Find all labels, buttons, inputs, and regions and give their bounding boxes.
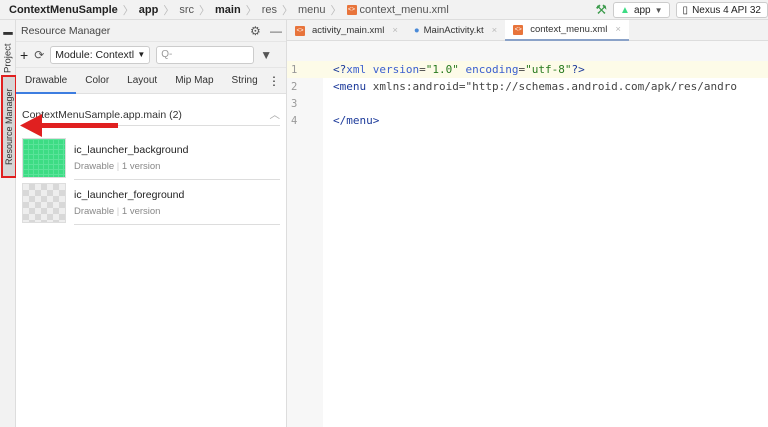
breadcrumb-res[interactable]: res: [262, 4, 277, 16]
module-select[interactable]: Module: Contextl ▼: [50, 45, 151, 64]
tab-color[interactable]: Color: [76, 68, 118, 94]
search-input[interactable]: Q-: [156, 45, 255, 64]
line-number: 1: [291, 63, 298, 76]
item-name: ic_launcher_foreground: [74, 189, 185, 201]
chevron-down-icon: ▼: [137, 50, 146, 59]
tab-label: activity_main.xml: [312, 25, 385, 36]
code-line: 2 <menu xmlns:android="http://schemas.and…: [287, 78, 768, 95]
editor-tabs: <> activity_main.xml × ● MainActivity.kt × <…: [287, 20, 768, 41]
tab-string[interactable]: String: [223, 68, 267, 94]
editor-breadcrumb-bar: [287, 41, 768, 61]
item-type: Drawable: [74, 206, 115, 217]
folder-icon: ▬: [2, 28, 14, 40]
xml-file-icon: <>: [295, 25, 305, 36]
tab-label: MainActivity.kt: [423, 25, 484, 36]
code-line: 1 <?xml version="1.0" encoding="utf-8"?>: [287, 61, 768, 78]
resource-manager-tool-tab[interactable]: Resource Manager: [3, 77, 15, 176]
drawable-thumbnail: [22, 138, 66, 178]
minimize-icon[interactable]: —: [270, 24, 282, 38]
module-select-value: Module: Contextl: [55, 48, 135, 61]
filter-icon[interactable]: ▼: [260, 48, 272, 62]
line-number: 3: [291, 97, 298, 110]
search-icon: Q-: [161, 49, 173, 60]
xml-file-icon: <>: [346, 4, 357, 15]
item-versions: 1 version: [121, 206, 161, 217]
xml-file-icon: <>: [513, 24, 524, 35]
code-line: 4 </menu>: [287, 112, 768, 129]
refresh-icon[interactable]: ⟳: [34, 48, 44, 62]
breadcrumb-main[interactable]: main: [215, 4, 241, 16]
list-item[interactable]: ic_launcher_foreground Drawable | 1 vers…: [22, 183, 280, 225]
item-meta: Drawable | 1 version: [74, 206, 161, 217]
tab-mipmap[interactable]: Mip Map: [166, 68, 222, 94]
list-item[interactable]: ic_launcher_background Drawable | 1 vers…: [22, 138, 280, 180]
device-dropdown[interactable]: ▯ Nexus 4 API 32: [675, 2, 768, 18]
build-hammer-icon[interactable]: ⚒: [595, 2, 607, 18]
panel-toolbar: + ⟳ Module: Contextl ▼ Q- ▼: [16, 42, 286, 68]
breadcrumb-app[interactable]: app: [139, 4, 159, 16]
tab-context-menu[interactable]: <> context_menu.xml ×: [505, 20, 629, 41]
close-icon[interactable]: ×: [615, 24, 621, 35]
tab-main-activity[interactable]: ● MainActivity.kt ×: [406, 20, 505, 41]
gear-icon[interactable]: ⚙: [250, 24, 261, 38]
breadcrumb-project[interactable]: ContextMenuSample: [9, 4, 118, 16]
project-tab-label: Project: [2, 43, 14, 74]
run-config-dropdown[interactable]: ▲ app ▼: [613, 2, 670, 18]
chevron-down-icon: ▼: [654, 5, 663, 15]
panel-header: Resource Manager ⚙ —: [16, 20, 286, 42]
tab-activity-main[interactable]: <> activity_main.xml ×: [287, 20, 406, 41]
android-icon: ▲: [620, 4, 630, 16]
breadcrumb-menu[interactable]: menu: [298, 4, 326, 16]
item-type: Drawable: [74, 161, 115, 172]
breadcrumb: ContextMenuSample 〉 app 〉 src 〉 main 〉 res 〉 …: [9, 3, 449, 17]
more-options-icon[interactable]: ⋮: [268, 74, 280, 88]
resource-manager-tab-label: Resource Manager: [4, 88, 14, 165]
device-icon: ▯: [682, 4, 689, 16]
tab-layout[interactable]: Layout: [118, 68, 166, 94]
kotlin-file-icon: ●: [413, 25, 420, 36]
breadcrumb-file[interactable]: context_menu.xml: [360, 4, 449, 16]
line-number: 2: [291, 80, 298, 93]
close-icon[interactable]: ×: [492, 25, 498, 36]
breadcrumb-bar: ContextMenuSample 〉 app 〉 src 〉 main 〉 res 〉 …: [0, 0, 768, 20]
resource-manager-tool-tab-highlight[interactable]: Resource Manager: [1, 75, 17, 178]
item-versions: 1 version: [121, 161, 161, 172]
red-arrow-annotation: [20, 114, 118, 137]
device-label: Nexus 4 API 32: [692, 4, 761, 16]
drawable-thumbnail: [22, 183, 66, 223]
item-name: ic_launcher_background: [74, 144, 189, 156]
breadcrumb-src[interactable]: src: [179, 4, 194, 16]
project-tool-tab[interactable]: Project ▬: [0, 26, 16, 76]
panel-title: Resource Manager: [21, 24, 111, 37]
close-icon[interactable]: ×: [392, 25, 398, 36]
resource-manager-panel: Resource Manager ⚙ — + ⟳ Module: Context…: [16, 20, 287, 427]
tab-label: context_menu.xml: [530, 24, 608, 35]
chevron-up-icon[interactable]: ︿: [270, 107, 281, 122]
line-number: 4: [291, 114, 298, 127]
add-icon[interactable]: +: [20, 47, 28, 63]
run-config-label: app: [633, 4, 651, 16]
code-line: 3: [287, 95, 768, 112]
code-editor[interactable]: 1 <?xml version="1.0" encoding="utf-8"?> …: [287, 61, 768, 129]
item-meta: Drawable | 1 version: [74, 161, 161, 172]
tab-drawable[interactable]: Drawable: [16, 68, 77, 94]
resource-tabs: Drawable Color Layout Mip Map String ⋮: [16, 68, 286, 94]
